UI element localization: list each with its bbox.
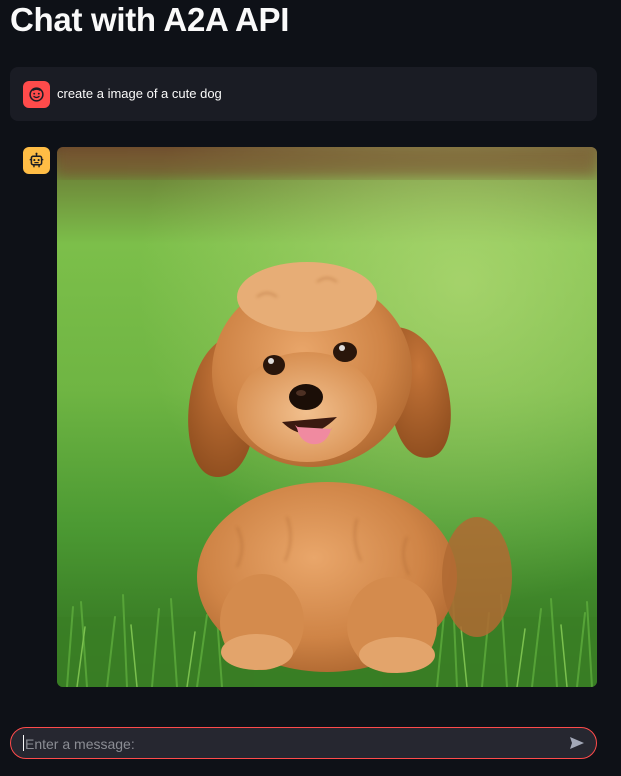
robot-icon [29,152,44,168]
user-avatar [23,81,50,108]
user-message-text: create a image of a cute dog [57,86,222,101]
send-icon [570,737,584,749]
user-message: create a image of a cute dog [10,67,597,121]
generated-dog-image [57,147,597,687]
assistant-avatar [23,147,50,174]
chat-input-container[interactable] [10,727,597,760]
text-caret [23,735,24,751]
face-icon [29,87,44,102]
send-button[interactable] [566,733,588,753]
dog-illustration [57,147,597,687]
chat-page: Chat with A2A API create a image of a cu… [0,0,621,776]
page-title: Chat with A2A API [10,1,290,38]
chat-message-input[interactable] [23,728,567,760]
